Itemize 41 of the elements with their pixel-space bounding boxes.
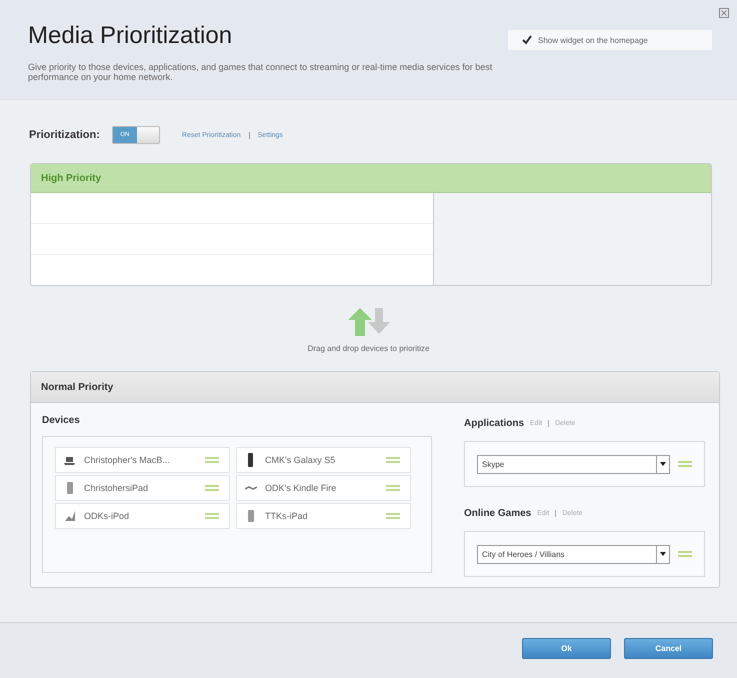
drag-handle-icon[interactable] xyxy=(386,457,400,463)
drag-handle-icon[interactable] xyxy=(386,513,400,519)
tablet-icon xyxy=(64,481,76,495)
device-name: CMK's Galaxy S5 xyxy=(265,455,336,465)
drag-handle-icon[interactable] xyxy=(205,513,219,519)
panel-title: Normal Priority xyxy=(41,382,114,392)
up-down-arrows-icon xyxy=(348,308,390,336)
checkbox[interactable] xyxy=(522,35,532,45)
drag-handle-icon[interactable] xyxy=(205,485,219,491)
section-title: Applications xyxy=(464,418,524,428)
dialog-button[interactable]: Ok xyxy=(522,638,611,659)
drag-handle-icon[interactable] xyxy=(205,457,219,463)
device-name: Christopher's MacB... xyxy=(84,455,171,465)
dropdown[interactable]: Skype xyxy=(477,454,670,474)
device-item[interactable]: ODK's Kindle Fire xyxy=(236,475,411,501)
tablet-icon xyxy=(245,509,257,523)
description-text: Give priority to those devices, applications, and games that connect to streaming or real-time media services for best performance on your home network. xyxy=(28,62,494,82)
device-item[interactable]: TTKs-iPad xyxy=(236,503,411,529)
device-name: ODKs-iPod xyxy=(84,511,130,521)
prioritization-label: Prioritization: xyxy=(29,129,100,141)
dialog-button[interactable]: Cancel xyxy=(624,638,713,659)
device-name: ODK's Kindle Fire xyxy=(265,483,338,493)
device-item[interactable]: ODKs-iPod xyxy=(55,503,230,529)
section-title: Devices xyxy=(42,415,81,426)
device-name: TTKs-iPad xyxy=(265,511,309,521)
checkbox-label: Show widget on the homepage xyxy=(538,36,648,44)
close-icon[interactable] xyxy=(719,8,729,18)
caret-icon xyxy=(660,462,666,466)
section-title: Online Games xyxy=(464,508,532,518)
drag-handle-icon[interactable] xyxy=(678,551,692,557)
page-title: Media Prioritization xyxy=(28,22,234,50)
drag-handle-icon[interactable] xyxy=(386,485,400,491)
device-item[interactable]: CMK's Galaxy S5 xyxy=(236,447,411,473)
caret-icon xyxy=(660,552,666,556)
drag-handle-icon[interactable] xyxy=(678,461,692,467)
drag-hint-text: Drag and drop devices to prioritize xyxy=(308,344,430,353)
device-name: ChristohersiPad xyxy=(84,483,150,493)
device-item[interactable]: Christopher's MacB... xyxy=(55,447,230,473)
dropdown[interactable]: City of Heroes / Villians xyxy=(477,544,670,564)
panel-title: High Priority xyxy=(41,172,102,184)
device-item[interactable]: ChristohersiPad xyxy=(55,475,230,501)
